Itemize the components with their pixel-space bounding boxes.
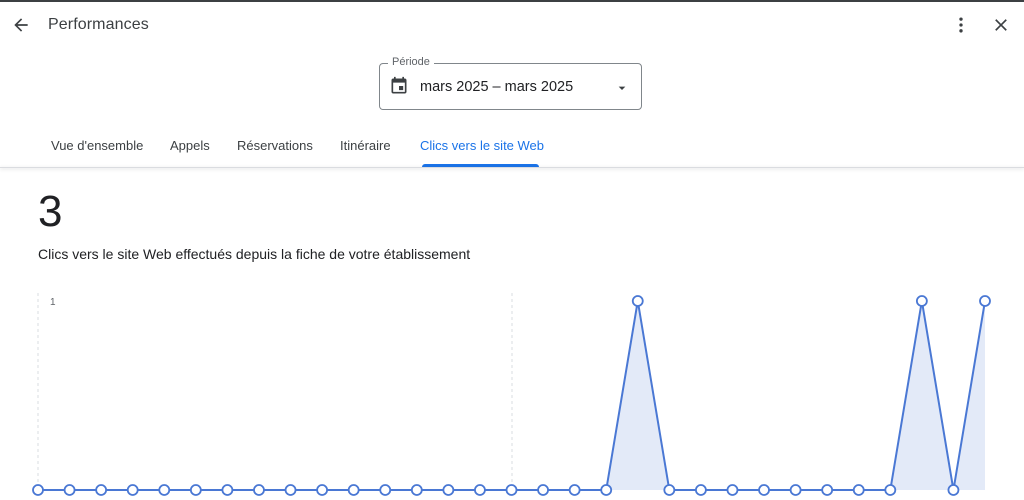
tab-reservations[interactable]: Réservations	[237, 138, 313, 153]
period-label: Période	[388, 56, 434, 68]
website-clicks-chart: 1	[32, 293, 991, 496]
data-point	[442, 484, 455, 496]
tab-bar: Vue d'ensemble Appels Réservations Itiné…	[0, 122, 1024, 167]
period-value: mars 2025 – mars 2025	[420, 79, 574, 95]
data-point	[947, 484, 960, 496]
header-bar: Performances	[0, 2, 1024, 48]
data-point	[221, 484, 234, 496]
tabs-divider	[0, 167, 1024, 168]
data-point	[505, 484, 518, 496]
calendar-icon	[389, 76, 409, 101]
data-point	[95, 484, 108, 496]
data-point	[884, 484, 897, 496]
data-point	[631, 295, 644, 307]
data-point	[695, 484, 707, 496]
data-point	[126, 484, 139, 496]
data-point	[379, 484, 392, 496]
dropdown-arrow-icon	[614, 80, 630, 101]
data-point	[821, 484, 834, 496]
data-point	[726, 484, 739, 496]
tab-overview[interactable]: Vue d'ensemble	[51, 138, 143, 153]
data-point	[758, 484, 770, 496]
data-point	[63, 484, 76, 496]
more-vert-icon[interactable]	[943, 7, 979, 43]
data-point	[32, 484, 44, 496]
y-tick-label: 1	[50, 297, 56, 308]
metric-description: Clics vers le site Web effectués depuis …	[38, 246, 471, 262]
data-point	[347, 484, 360, 496]
data-point	[253, 484, 265, 496]
data-point	[474, 484, 486, 496]
data-point	[189, 484, 202, 496]
page-title: Performances	[48, 16, 149, 33]
data-point	[915, 295, 928, 307]
data-point	[979, 295, 991, 307]
data-point	[316, 484, 329, 496]
data-point	[410, 484, 423, 496]
data-point	[663, 484, 676, 496]
data-point	[568, 484, 581, 496]
data-point	[600, 484, 613, 496]
data-point	[789, 484, 802, 496]
data-point	[158, 484, 171, 496]
data-point	[852, 484, 865, 496]
tab-website-clicks[interactable]: Clics vers le site Web	[420, 138, 544, 153]
tab-directions[interactable]: Itinéraire	[340, 138, 391, 153]
tab-calls[interactable]: Appels	[170, 138, 210, 153]
close-icon[interactable]	[983, 7, 1019, 43]
arrow-back-icon[interactable]	[3, 7, 39, 43]
data-point	[284, 484, 297, 496]
total-clicks-value: 3	[38, 187, 63, 236]
data-point	[537, 484, 549, 496]
